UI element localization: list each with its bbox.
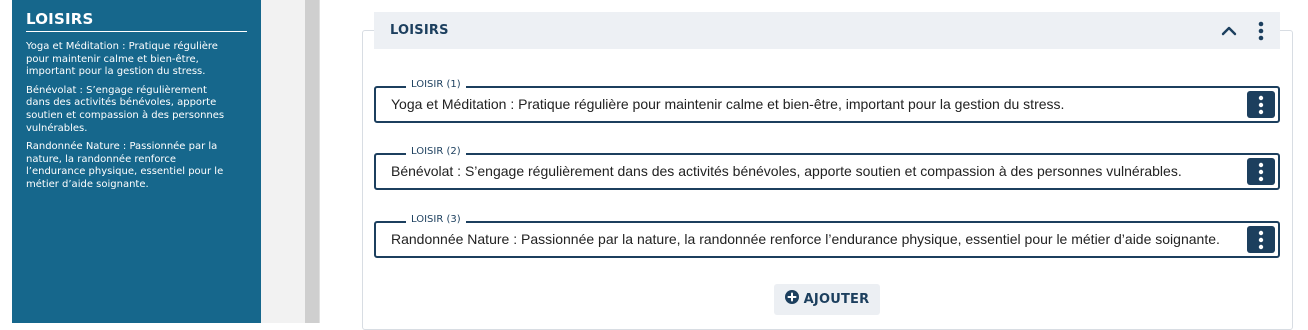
field-value[interactable]: Bénévolat : S’engage régulièrement dans … (391, 162, 1226, 181)
add-button-label: AJOUTER (803, 292, 870, 307)
field-value[interactable]: Randonnée Nature : Passionnée par la nat… (391, 230, 1226, 249)
panel-gutter (261, 0, 305, 323)
section-menu-icon[interactable] (1248, 18, 1274, 44)
section-header[interactable]: LOISIRS (374, 12, 1280, 49)
add-hobby-button[interactable]: AJOUTER (774, 284, 880, 315)
chevron-up-icon[interactable] (1216, 18, 1242, 44)
field-menu-icon[interactable] (1247, 226, 1275, 253)
field-label: LOISIR (1) (406, 78, 466, 92)
preview-item: Yoga et Méditation : Pratique régulière … (26, 41, 218, 78)
scrollbar-track[interactable] (305, 0, 319, 323)
divider (319, 0, 320, 323)
hobby-field-1[interactable]: LOISIR (1) Yoga et Méditation : Pratique… (374, 78, 1280, 123)
field-label: LOISIR (3) (406, 213, 466, 227)
section-title: LOISIRS (390, 23, 449, 38)
preview-item: Bénévolat : S’engage régulièrement dans … (26, 84, 225, 134)
hobby-field-3[interactable]: LOISIR (3) Randonnée Nature : Passionnée… (374, 213, 1280, 258)
hobby-field-2[interactable]: LOISIR (2) Bénévolat : S’engage régulièr… (374, 145, 1280, 190)
field-menu-icon[interactable] (1247, 158, 1275, 185)
field-label: LOISIR (2) (406, 145, 466, 159)
cv-preview-panel: LOISIRS Yoga et Méditation : Pratique ré… (12, 0, 261, 323)
field-menu-icon[interactable] (1247, 91, 1275, 118)
preview-section-title: LOISIRS (26, 10, 247, 32)
plus-circle-icon (784, 290, 799, 309)
field-value[interactable]: Yoga et Méditation : Pratique régulière … (391, 95, 1226, 114)
preview-item: Randonnée Nature : Passionnée par la nat… (26, 141, 224, 190)
